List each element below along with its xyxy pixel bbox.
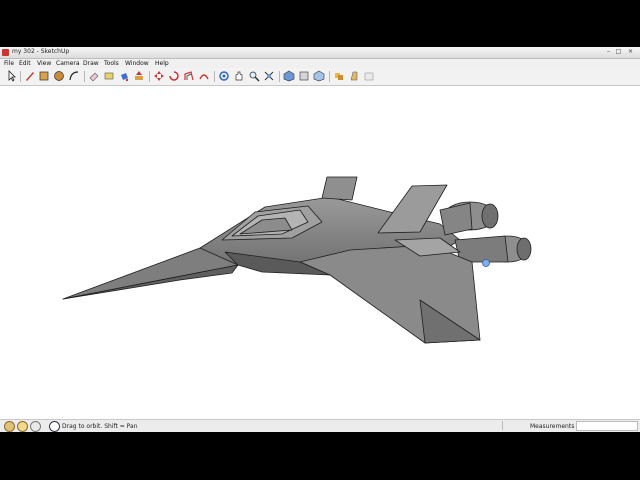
pan-icon[interactable] (233, 70, 245, 82)
measurements-label: Measurements (502, 421, 575, 430)
follow-me-icon[interactable] (198, 70, 210, 82)
tape-measure-icon[interactable] (103, 70, 115, 82)
status-hint: Drag to orbit. Shift = Pan (62, 423, 138, 430)
components-icon[interactable] (333, 70, 345, 82)
line-pencil-icon[interactable] (24, 70, 36, 82)
geo-location-icon[interactable] (4, 421, 15, 432)
menu-camera[interactable]: Camera (56, 60, 80, 67)
rotate-icon[interactable] (168, 70, 180, 82)
menu-help[interactable]: Help (155, 60, 169, 67)
sketchup-logo-icon (2, 49, 9, 56)
toolbar (0, 68, 640, 86)
rectangle-icon[interactable] (38, 70, 50, 82)
zoom-icon[interactable] (248, 70, 260, 82)
orbit-icon[interactable] (218, 70, 230, 82)
status-bar: Drag to orbit. Shift = Pan Measurements (0, 419, 640, 432)
front-view-icon[interactable] (313, 70, 325, 82)
paint-bucket-icon[interactable] (118, 70, 130, 82)
menu-draw[interactable]: Draw (83, 60, 99, 67)
help-icon[interactable] (49, 421, 60, 432)
user-icon[interactable] (30, 421, 41, 432)
minimize-button[interactable]: – (604, 48, 613, 56)
warehouse-icon[interactable] (363, 70, 375, 82)
title-bar: my 302 - SketchUp – □ × (0, 47, 640, 59)
window-title: my 302 - SketchUp (12, 48, 70, 55)
credits-icon[interactable] (17, 421, 28, 432)
zoom-extents-icon[interactable] (263, 70, 275, 82)
menu-bar: File Edit View Camera Draw Tools Window … (0, 59, 640, 68)
push-pull-icon[interactable] (133, 70, 145, 82)
menu-file[interactable]: File (4, 60, 14, 67)
select-arrow-icon[interactable] (6, 70, 18, 82)
materials-icon[interactable] (348, 70, 360, 82)
menu-edit[interactable]: Edit (19, 60, 31, 67)
orbit-cursor-icon (482, 259, 490, 267)
maximize-button[interactable]: □ (614, 48, 623, 56)
close-button[interactable]: × (626, 48, 635, 56)
menu-window[interactable]: Window (125, 60, 149, 67)
circle-icon[interactable] (53, 70, 65, 82)
model-viewport[interactable] (0, 86, 640, 418)
iso-view-icon[interactable] (283, 70, 295, 82)
offset-icon[interactable] (183, 70, 195, 82)
arc-icon[interactable] (68, 70, 80, 82)
menu-tools[interactable]: Tools (104, 60, 119, 67)
menu-view[interactable]: View (37, 60, 51, 67)
measurements-input[interactable] (576, 421, 638, 431)
sketchup-window: my 302 - SketchUp – □ × File Edit View C… (0, 47, 640, 432)
fighter-jet-model (62, 176, 532, 344)
move-icon[interactable] (153, 70, 165, 82)
eraser-icon[interactable] (88, 70, 100, 82)
top-view-icon[interactable] (298, 70, 310, 82)
